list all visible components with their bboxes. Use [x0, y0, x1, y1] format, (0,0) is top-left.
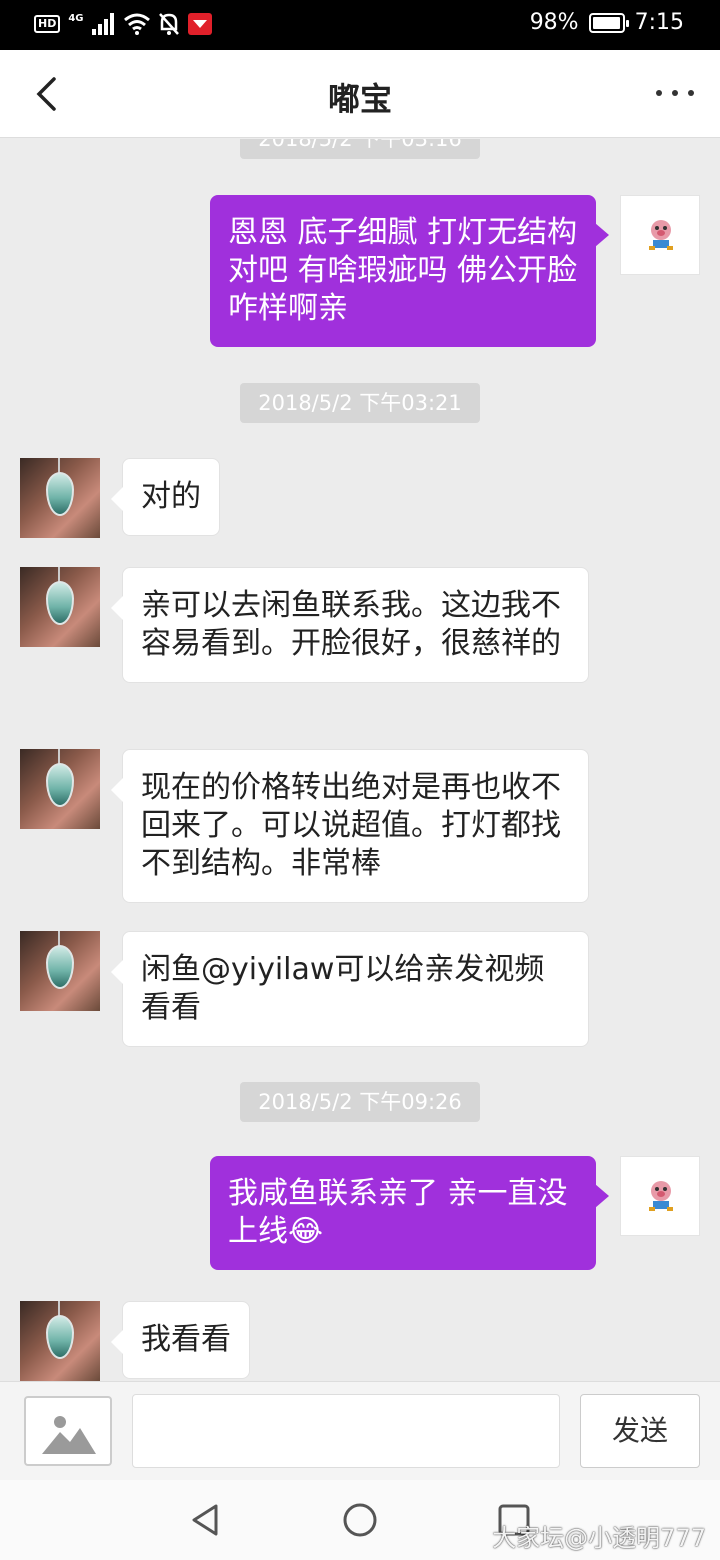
clock: 7:15 [634, 10, 684, 35]
signal-icon [91, 13, 114, 35]
message-bubble-out[interactable]: 恩恩 底子细腻 打灯无结构对吧 有啥瑕疵吗 佛公开脸咋样啊亲 [210, 195, 609, 347]
message-bubble-in[interactable]: 我看看 [111, 1301, 250, 1379]
my-avatar[interactable] [620, 1156, 700, 1236]
contact-avatar[interactable] [20, 567, 100, 647]
image-picker-icon[interactable] [24, 1396, 112, 1466]
network-type: 4G [68, 12, 84, 24]
pig-avatar-icon [649, 220, 673, 250]
watermark: 大家坛@小透明777 [492, 1524, 706, 1552]
chat-header: 嘟宝 [0, 50, 720, 138]
chat-messages[interactable]: 2018/5/2 下午03:16 恩恩 底子细腻 打灯无结构对吧 有啥瑕疵吗 佛… [0, 139, 720, 1381]
back-triangle-icon[interactable] [188, 1502, 224, 1538]
battery-icon [588, 12, 629, 33]
status-bar: HD 4G 98% 7:15 [0, 0, 720, 50]
contact-avatar[interactable] [20, 458, 100, 538]
pig-avatar-icon [649, 1181, 673, 1211]
message-input[interactable] [132, 1394, 560, 1468]
message-bubble-in[interactable]: 闲鱼@yiyilaw可以给亲发视频看看 [111, 931, 589, 1047]
mute-bell-icon [158, 13, 179, 35]
timestamp: 2018/5/2 下午03:21 [240, 383, 480, 423]
timestamp: 2018/5/2 下午03:16 [240, 139, 480, 159]
more-dots-icon[interactable] [656, 90, 694, 96]
message-bubble-out[interactable]: 我咸鱼联系亲了 亲一直没上线😂 [210, 1156, 609, 1270]
hd-badge: HD [34, 15, 61, 33]
status-left: HD 4G [34, 12, 212, 36]
home-circle-icon[interactable] [342, 1502, 378, 1538]
app-notification-icon [187, 13, 212, 35]
contact-avatar[interactable] [20, 931, 100, 1011]
battery-fill [592, 16, 621, 29]
message-bubble-in[interactable]: 对的 [111, 458, 220, 536]
page-title: 嘟宝 [327, 80, 392, 118]
input-bar: 发送 [0, 1381, 720, 1480]
message-bubble-in[interactable]: 现在的价格转出绝对是再也收不回来了。可以说超值。打灯都找不到结构。非常棒 [111, 749, 589, 903]
timestamp: 2018/5/2 下午09:26 [240, 1082, 480, 1122]
status-right: 98% 7:15 [530, 10, 684, 35]
my-avatar[interactable] [620, 195, 700, 275]
contact-avatar[interactable] [20, 1301, 100, 1381]
battery-percent: 98% [529, 10, 579, 35]
message-bubble-in[interactable]: 亲可以去闲鱼联系我。这边我不容易看到。开脸很好，很慈祥的 [111, 567, 589, 683]
wifi-icon [123, 13, 150, 35]
contact-avatar[interactable] [20, 749, 100, 829]
send-button[interactable]: 发送 [580, 1394, 700, 1468]
